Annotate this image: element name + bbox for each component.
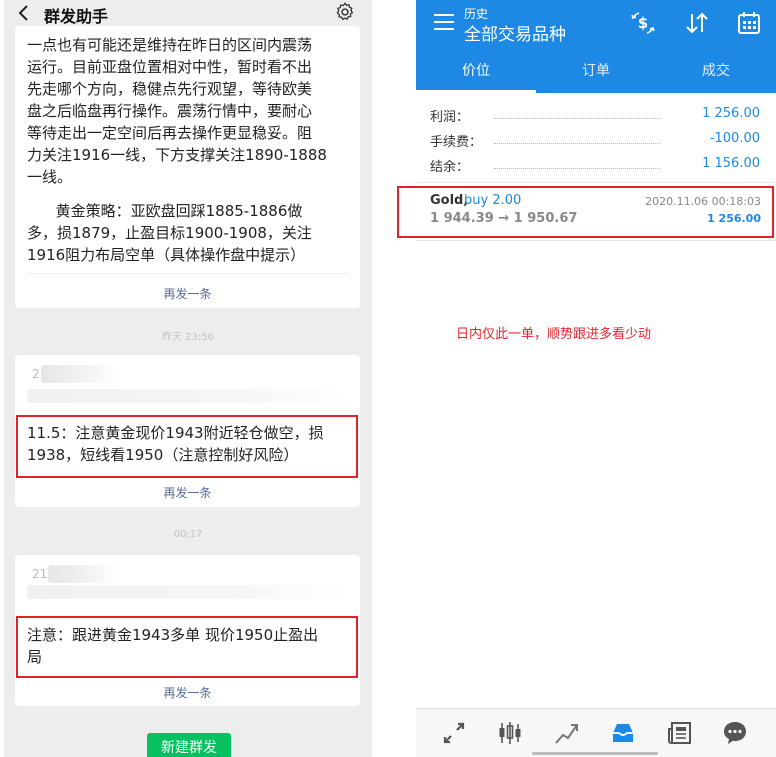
sender-blurred xyxy=(41,365,117,383)
message-line: 一线。 xyxy=(27,168,73,186)
message-line: 力关注1916一线，下方支撑关注1890-1888 xyxy=(27,146,327,164)
page-title: 群发助手 xyxy=(44,7,109,26)
sender-blurred xyxy=(48,565,118,583)
resend-button[interactable]: 再发一条 xyxy=(15,285,360,302)
svg-text:$: $ xyxy=(638,14,648,32)
sender-number: 21 xyxy=(32,567,48,581)
section-divider xyxy=(416,182,776,183)
annotation-text: 日内仅此一单，顺势跟进多看少动 xyxy=(456,327,652,342)
timestamp: 昨天 23:56 xyxy=(162,332,214,343)
resend-button[interactable]: 再发一条 xyxy=(15,484,360,501)
dotted-leader xyxy=(494,168,660,169)
tab-prices[interactable]: 价位 xyxy=(416,60,536,80)
sort-icon[interactable] xyxy=(684,10,710,36)
recipients-blurred xyxy=(27,585,347,599)
dotted-leader xyxy=(494,143,660,144)
bottom-nav xyxy=(416,708,776,757)
dotted-leader xyxy=(494,118,660,119)
history-inbox-icon[interactable] xyxy=(609,719,637,747)
trading-panel: 历史 全部交易品种 $ 价位 订单 成交 利润： 1 256.00 手续费： -… xyxy=(397,0,776,757)
message-line: 等待走出一定空间后再去操作更显稳妥。阻 xyxy=(27,124,313,142)
message-line: 多，损1879，止盈目标1900-1908，关注 xyxy=(27,224,312,242)
menu-icon[interactable] xyxy=(434,14,454,30)
message-line: 盘之后临盘再行操作。震荡行情中，要耐心 xyxy=(27,102,313,120)
summary-profit-row: 利润： 1 256.00 xyxy=(430,106,760,126)
message-line: 运行。目前亚盘位置相对中性，暂时看不出 xyxy=(27,58,313,76)
profit-label: 利润： xyxy=(430,110,470,125)
message-line: 一点也有可能还是维持在昨日的区间内震荡 xyxy=(27,36,313,54)
news-icon[interactable] xyxy=(666,719,694,747)
balance-label: 结余： xyxy=(430,160,470,175)
fee-label: 手续费： xyxy=(430,135,483,150)
highlight-box xyxy=(397,186,774,238)
home-indicator xyxy=(532,752,658,755)
message-line: 黄金策略：亚欧盘回踩1885-1886做 xyxy=(27,202,303,220)
gear-icon[interactable] xyxy=(334,1,356,23)
message-line: 1916阻力布局空单（具体操作盘中提示） xyxy=(27,246,306,264)
fee-value: -100.00 xyxy=(709,131,760,146)
message-text: 一点也有可能还是维持在昨日的区间内震荡 运行。目前亚盘位置相对中性，暂时看不出 … xyxy=(27,34,357,266)
summary-fee-row: 手续费： -100.00 xyxy=(430,131,760,151)
message-card: 一点也有可能还是维持在昨日的区间内震荡 运行。目前亚盘位置相对中性，暂时看不出 … xyxy=(15,26,360,308)
currency-exchange-icon[interactable]: $ xyxy=(630,10,656,36)
chart-candles-icon[interactable] xyxy=(496,719,524,747)
calendar-icon[interactable] xyxy=(736,10,762,36)
tab-deals[interactable]: 成交 xyxy=(656,60,776,80)
header-title[interactable]: 全部交易品种 xyxy=(464,20,566,45)
timestamp: 00:17 xyxy=(173,529,203,540)
message-line: 先走哪个方向，稳健点先行观望，等待欧美 xyxy=(27,80,313,98)
balance-value: 1 156.00 xyxy=(702,156,760,171)
highlight-box xyxy=(16,415,358,478)
card-divider xyxy=(27,273,348,274)
tab-indicator xyxy=(416,90,536,93)
new-broadcast-button[interactable]: 新建群发 xyxy=(147,733,231,757)
chat-panel: 群发助手 一点也有可能还是维持在昨日的区间内震荡 运行。目前亚盘位置相对中性，暂… xyxy=(4,0,372,757)
chat-bubble-icon[interactable] xyxy=(721,719,749,747)
chat-header: 群发助手 xyxy=(4,0,372,26)
app-header: 历史 全部交易品种 $ 价位 订单 成交 xyxy=(416,0,776,93)
recipients-blurred xyxy=(27,389,347,403)
highlight-box xyxy=(16,616,358,678)
back-arrow-icon[interactable] xyxy=(16,3,32,23)
section-divider xyxy=(416,240,776,241)
resend-button[interactable]: 再发一条 xyxy=(15,684,360,701)
sender-number: 2 xyxy=(32,367,40,381)
profit-value: 1 256.00 xyxy=(702,106,760,121)
summary-balance-row: 结余： 1 156.00 xyxy=(430,156,760,176)
tab-orders[interactable]: 订单 xyxy=(536,60,656,80)
quotes-icon[interactable] xyxy=(440,719,468,747)
trade-icon[interactable] xyxy=(553,719,581,747)
